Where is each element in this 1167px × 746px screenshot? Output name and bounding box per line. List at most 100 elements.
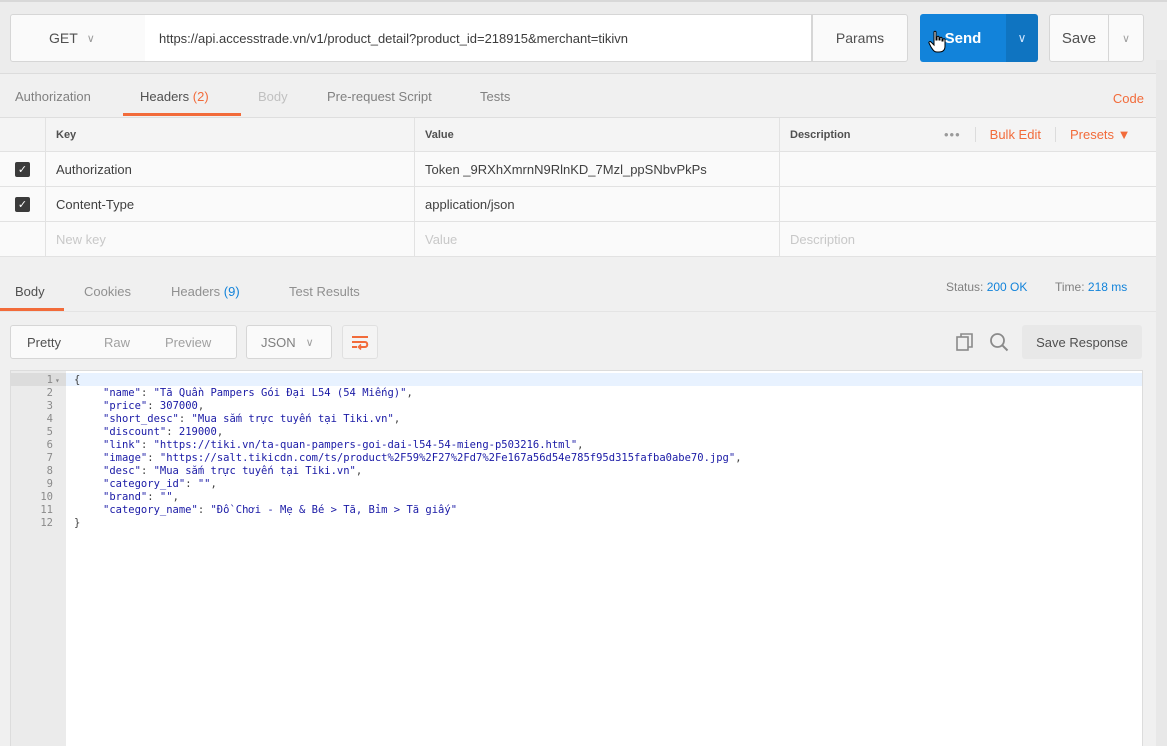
line-number: 5 <box>46 426 53 438</box>
params-button[interactable]: Params <box>812 14 908 62</box>
json-value: 219000 <box>178 426 217 438</box>
send-dropdown-button[interactable]: ∨ <box>1006 14 1038 62</box>
save-dropdown-button[interactable]: ∨ <box>1108 14 1144 62</box>
bulk-edit-link[interactable]: Bulk Edit <box>974 127 1041 142</box>
json-key: "desc" <box>103 465 141 477</box>
wrap-lines-button[interactable] <box>342 325 378 359</box>
chevron-down-icon: ∨ <box>1017 31 1027 45</box>
row-checkbox-cell: ✓ <box>0 187 45 221</box>
chevron-down-icon: ∨ <box>86 32 95 45</box>
json-key: "brand" <box>103 491 148 503</box>
line-number: 11 <box>40 504 53 516</box>
presets-dropdown[interactable]: Presets ▼ <box>1054 127 1131 142</box>
header-value-cell[interactable]: Token _9RXhXmrnN9RlnKD_7Mzl_ppSNbvPkPs <box>414 152 779 186</box>
active-tab-indicator <box>0 308 64 311</box>
header-description-cell[interactable] <box>779 187 934 221</box>
tab-headers[interactable]: Headers (2) <box>140 89 209 104</box>
tab-response-body[interactable]: Body <box>15 284 45 299</box>
header-value-cell[interactable]: application/json <box>414 187 779 221</box>
table-row: ✓ Authorization Token _9RXhXmrnN9RlnKD_7… <box>0 152 1156 187</box>
chevron-down-icon: ∨ <box>305 336 314 349</box>
tab-body[interactable]: Body <box>258 89 288 104</box>
format-select[interactable]: JSON ∨ <box>246 325 332 359</box>
time-label: Time: <box>1055 280 1085 294</box>
checkbox-checked[interactable]: ✓ <box>15 161 30 177</box>
tab-authorization[interactable]: Authorization <box>15 89 91 104</box>
line-number: 10 <box>40 491 53 503</box>
code-line: 12} <box>11 517 1111 530</box>
new-key-input[interactable]: New key <box>45 222 414 256</box>
response-body-editor[interactable]: 1 ▾ {2 "name": "Tã Quần Pampers Gói Đại L54… <box>10 370 1143 746</box>
code-line: 8 "desc": "Mua sắm trực tuyến tại Tiki.vn… <box>11 465 1111 478</box>
json-value: "Mua sắm trực tuyến tại Tiki.vn" <box>191 413 394 425</box>
scrollbar[interactable] <box>1156 60 1167 746</box>
fold-arrow-icon[interactable]: ▾ <box>55 374 60 387</box>
table-header-row: Key Value Description ••• Bulk Edit Pres… <box>0 118 1156 152</box>
new-description-input[interactable]: Description <box>779 222 934 256</box>
url-input[interactable]: https://api.accesstrade.vn/v1/product_de… <box>145 14 812 62</box>
checkbox-checked[interactable]: ✓ <box>15 196 30 212</box>
preview-button[interactable]: Preview <box>165 335 211 350</box>
pretty-button[interactable]: Pretty <box>27 335 61 350</box>
window-top-edge <box>0 0 1167 2</box>
col-key-header: Key <box>45 118 414 151</box>
status-label: Status: <box>946 280 984 294</box>
code-link[interactable]: Code <box>1113 91 1144 106</box>
col-description-header: Description <box>779 118 934 151</box>
code-line: 4 "short_desc": "Mua sắm trực tuyến tại T… <box>11 413 1111 426</box>
search-icon[interactable] <box>988 331 1010 353</box>
tab-tests[interactable]: Tests <box>480 89 510 104</box>
save-button[interactable]: Save <box>1049 14 1109 62</box>
code-text: "category_name": "Đồ Chơi - Mẹ & Bé > Tã… <box>103 504 458 516</box>
json-value: "" <box>159 491 173 503</box>
code-text: "discount": 219000, <box>103 426 224 438</box>
code-text: "name": "Tã Quần Pampers Gói Đại L54 (54… <box>103 387 413 399</box>
json-key: "discount" <box>103 426 167 438</box>
header-check-cell <box>0 118 45 151</box>
raw-button[interactable]: Raw <box>104 335 130 350</box>
more-options-icon[interactable]: ••• <box>944 127 961 142</box>
line-number: 7 <box>46 452 53 464</box>
header-key-cell[interactable]: Authorization <box>45 152 414 186</box>
header-key-cell[interactable]: Content-Type <box>45 187 414 221</box>
line-number: 2 <box>46 387 53 399</box>
json-key: "price" <box>103 400 148 412</box>
tab-response-headers[interactable]: Headers (9) <box>171 284 240 299</box>
code-line: 2 "name": "Tã Quần Pampers Gói Đại L54 (5… <box>11 387 1111 400</box>
tab-prerequest-script[interactable]: Pre-request Script <box>327 89 432 104</box>
code-text: "image": "https://salt.tikicdn.com/ts/pr… <box>103 452 742 464</box>
code-line: 6 "link": "https://tiki.vn/ta-quan-pamper… <box>11 439 1111 452</box>
code-text: "link": "https://tiki.vn/ta-quan-pampers… <box>103 439 584 451</box>
tab-test-results[interactable]: Test Results <box>289 284 360 299</box>
tab-response-headers-label: Headers <box>171 284 221 299</box>
json-value: "Mua sắm trực tuyến tại Tiki.vn" <box>153 465 356 477</box>
chevron-down-icon: ∨ <box>1121 32 1131 45</box>
code-line: 9 "category_id": "", <box>11 478 1111 491</box>
json-value: "" <box>197 478 211 490</box>
code-text: "brand": "", <box>103 491 179 503</box>
code-line: 11 "category_name": "Đồ Chơi - Mẹ & Bé > … <box>11 504 1111 517</box>
code-text: "desc": "Mua sắm trực tuyến tại Tiki.vn"… <box>103 465 363 477</box>
method-select[interactable]: GET ∨ <box>10 14 146 62</box>
copy-icon[interactable] <box>954 331 976 353</box>
hand-cursor-icon <box>928 30 946 53</box>
save-response-button[interactable]: Save Response <box>1022 325 1142 359</box>
new-header-row: New key Value Description <box>0 222 1156 257</box>
header-description-cell[interactable] <box>779 152 934 186</box>
request-tabs: Authorization Headers (2) Body Pre-reque… <box>0 75 1156 118</box>
view-mode-group: Pretty Raw Preview <box>10 325 237 359</box>
code-text: "short_desc": "Mua sắm trực tuyến tại Ti… <box>103 413 401 425</box>
json-value: "https://tiki.vn/ta-quan-pampers-goi-dai… <box>153 439 578 451</box>
line-number: 6 <box>46 439 53 451</box>
code-text: } <box>74 517 81 529</box>
request-bar: GET ∨ https://api.accesstrade.vn/v1/prod… <box>0 0 1167 74</box>
tab-headers-count: (2) <box>192 89 209 104</box>
table-tools: ••• Bulk Edit Presets ▼ <box>934 118 1156 151</box>
json-value: "Tã Quần Pampers Gói Đại L54 (54 Miếng)" <box>153 387 407 399</box>
line-number: 3 <box>46 400 53 412</box>
status-value: 200 OK <box>986 280 1028 294</box>
line-number: 8 <box>46 465 53 477</box>
code-text: { <box>74 374 81 386</box>
tab-cookies[interactable]: Cookies <box>84 284 131 299</box>
new-value-input[interactable]: Value <box>414 222 779 256</box>
